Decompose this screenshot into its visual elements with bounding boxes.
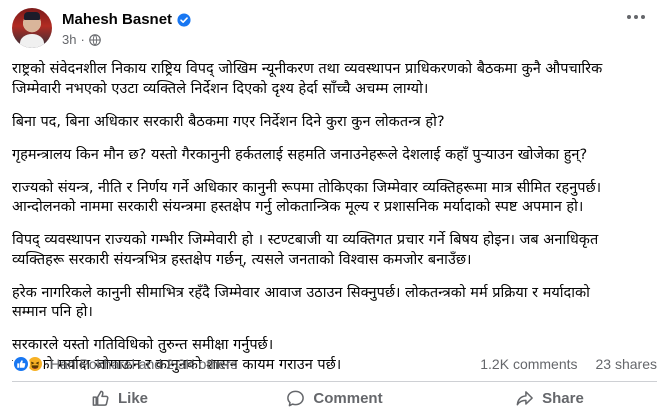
post-line: विपद् व्यवस्थापन राज्यको गम्भीर जिम्मेवा… <box>12 232 599 248</box>
actions-divider <box>12 381 657 382</box>
post-line: सम्मान पनि हो। <box>12 304 93 320</box>
like-label: Like <box>117 389 148 407</box>
author-name[interactable]: Mahesh Basnet <box>62 11 172 28</box>
reactions-text: Hari Pokharel and 2.3K others <box>50 356 238 372</box>
like-reaction-icon <box>12 355 30 373</box>
stats-counts: 1.2K comments 23 shares <box>480 356 657 372</box>
share-button[interactable]: Share <box>442 383 657 413</box>
comment-icon <box>287 390 305 406</box>
post-paragraph: गृहमन्त्रालय किन मौन छ? यस्तो गैरकानुनी … <box>12 146 662 166</box>
more-options-icon[interactable] <box>621 6 651 28</box>
post-line: जिम्मेवारी नभएको एउटा व्यक्तिले निर्देशन… <box>12 80 429 97</box>
post-line: राज्यको संयन्त्र, नीति र निर्णय गर्ने अध… <box>12 179 602 196</box>
shares-count[interactable]: 23 shares <box>596 356 657 372</box>
comments-count[interactable]: 1.2K comments <box>480 356 577 372</box>
share-label: Share <box>542 389 584 407</box>
post-paragraph: विपद् व्यवस्थापन राज्यको गम्भीर जिम्मेवा… <box>12 231 662 270</box>
name-row: Mahesh Basnet <box>62 10 191 29</box>
avatar[interactable] <box>12 8 52 48</box>
stats-row: Hari Pokharel and 2.3K others 1.2K comme… <box>12 354 657 374</box>
share-icon <box>516 390 534 405</box>
verified-badge-icon <box>177 12 191 27</box>
post-line: व्यक्तिहरू सरकारी संयन्त्रभित्र हस्तक्षे… <box>12 251 472 268</box>
globe-icon <box>89 33 101 46</box>
post-line: राष्ट्रको संवेदनशील निकाय राष्ट्रिय विपद… <box>12 61 603 77</box>
post-line: सरकारले यस्तो गतिविधिको तुरुन्त समीक्षा … <box>12 337 274 353</box>
post-paragraph: बिना पद, बिना अधिकार सरकारी बैठकमा गएर न… <box>12 113 662 133</box>
thumbs-up-icon <box>92 390 109 406</box>
post-time[interactable]: 3h <box>62 32 76 47</box>
post-actions: Like Comment Share <box>12 383 657 413</box>
post-line: आन्दोलनको नाममा सरकारी संयन्त्रमा हस्तक्… <box>12 199 584 215</box>
post-body: राष्ट्रको संवेदनशील निकाय राष्ट्रिय विपद… <box>12 60 662 389</box>
like-button[interactable]: Like <box>12 383 227 413</box>
post-line: गृहमन्त्रालय किन मौन छ? यस्तो गैरकानुनी … <box>12 146 588 163</box>
meta-row: 3h · <box>62 32 191 47</box>
header-text: Mahesh Basnet 3h · <box>62 8 191 47</box>
post-line: हरेक नागरिकले कानुनी सीमाभित्र रहँदै जिम… <box>12 284 590 301</box>
post-paragraph: राज्यको संयन्त्र, नीति र निर्णय गर्ने अध… <box>12 179 662 218</box>
comment-label: Comment <box>313 389 383 407</box>
meta-separator: · <box>80 32 85 47</box>
post-paragraph: हरेक नागरिकले कानुनी सीमाभित्र रहँदै जिम… <box>12 284 662 323</box>
comment-button[interactable]: Comment <box>227 383 442 413</box>
post-paragraph: राष्ट्रको संवेदनशील निकाय राष्ट्रिय विपद… <box>12 60 662 99</box>
post-line: बिना पद, बिना अधिकार सरकारी बैठकमा गएर न… <box>12 113 445 130</box>
reactions-summary[interactable]: Hari Pokharel and 2.3K others <box>12 355 238 373</box>
post-header: Mahesh Basnet 3h · <box>12 8 652 52</box>
